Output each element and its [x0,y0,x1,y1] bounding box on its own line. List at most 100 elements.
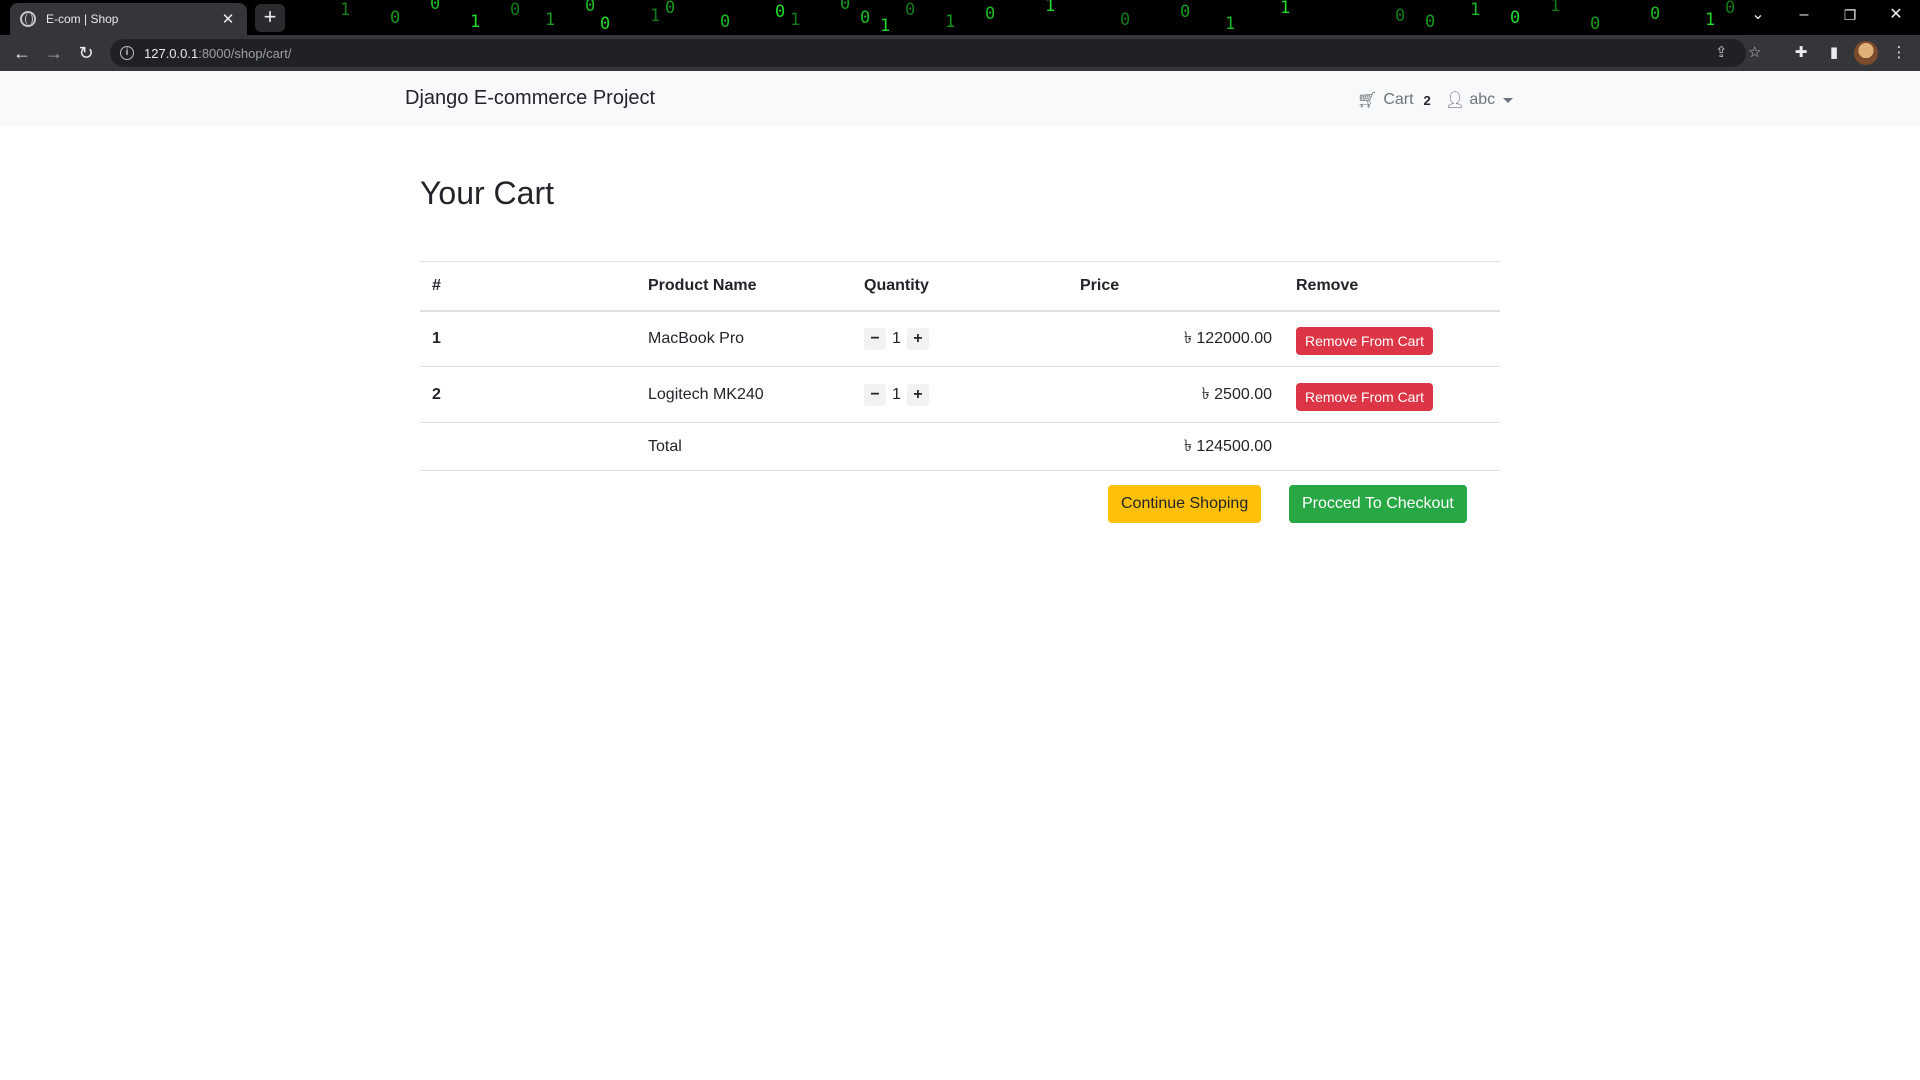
quantity-stepper: − 1 + [864,383,1056,406]
matrix-digit: 1 [545,10,556,30]
decrease-quantity-button[interactable]: − [864,327,886,350]
new-tab-button[interactable]: + [255,4,285,32]
decrease-quantity-button[interactable]: − [864,383,886,406]
total-label: Total [636,422,852,471]
browser-tab-strip: 100101001000100101010011001010010 E-com … [0,0,1920,35]
quantity-value: 1 [892,329,901,347]
side-panel-icon[interactable]: ▮ [1820,39,1848,67]
matrix-digit: 1 [1280,0,1291,18]
row-number: 1 [420,310,636,367]
remove-from-cart-button[interactable]: Remove From Cart [1296,327,1434,356]
info-icon[interactable]: i [120,46,134,60]
matrix-digit: 1 [470,12,481,32]
remove-from-cart-button[interactable]: Remove From Cart [1296,383,1434,411]
matrix-digit: 0 [775,2,786,22]
quantity-cell: − 1 + [852,366,1068,423]
matrix-digit: 0 [430,0,441,14]
increase-quantity-button[interactable]: + [906,327,929,350]
restore-icon[interactable]: ❐ [1830,2,1870,28]
header-product-name: Product Name [636,261,852,312]
matrix-digit: 0 [1120,10,1131,30]
remove-cell: Remove From Cart [1284,310,1500,367]
user-icon: 👤︎ [1445,92,1466,109]
brand-link[interactable]: Django E-commerce Project [405,87,655,110]
browser-tab[interactable]: E-com | Shop ✕ [10,3,247,35]
matrix-digit: 0 [1590,14,1601,34]
matrix-digit: 0 [1510,8,1521,28]
empty-cell [420,422,636,471]
reload-icon[interactable]: ↻ [72,39,100,67]
continue-shopping-button[interactable]: Continue Shoping [1108,485,1262,523]
matrix-digit: 1 [945,12,956,32]
close-window-icon[interactable]: ✕ [1876,2,1916,28]
bookmark-star-icon[interactable]: ☆ [1748,39,1761,67]
matrix-digit: 1 [790,10,801,30]
cart-table: # Product Name Quantity Price Remove 1 M… [420,261,1500,471]
header-price: Price [1068,261,1284,312]
matrix-digit: 0 [665,0,676,18]
quantity-value: 1 [892,385,901,403]
header-number: # [420,261,636,312]
cart-count-badge: 2 [1423,92,1431,108]
table-header-row: # Product Name Quantity Price Remove [420,261,1500,312]
increase-quantity-button[interactable]: + [906,383,929,406]
matrix-digit: 0 [1180,2,1191,22]
quantity-cell: − 1 + [852,310,1068,367]
matrix-digit: 0 [1425,12,1436,32]
minimize-icon[interactable]: – [1784,2,1824,28]
table-row: 1 MacBook Pro − 1 + ৳ 122000.00 Remove F… [420,310,1500,367]
matrix-digit: 1 [1470,0,1481,20]
matrix-digit: 0 [985,4,996,24]
matrix-digit: 1 [880,16,891,35]
extensions-icon[interactable]: ✚ [1787,39,1815,67]
matrix-digit: 0 [390,8,401,28]
close-tab-icon[interactable]: ✕ [219,10,237,28]
cart-icon: 🛒︎ [1357,92,1378,109]
product-price: ৳ 2500.00 [1068,366,1284,423]
url-text: 127.0.0.1:8000/shop/cart/ [144,45,292,61]
back-icon[interactable]: ← [8,39,36,67]
total-row: Total ৳ 124500.00 [420,422,1500,471]
matrix-digit: 0 [1650,4,1661,24]
share-icon[interactable]: ⇪ [1715,39,1728,67]
globe-icon [20,11,36,27]
address-bar[interactable]: i 127.0.0.1:8000/shop/cart/ ⇪ ☆ [110,39,1761,67]
matrix-digit: 1 [1550,0,1561,16]
header-quantity: Quantity [852,261,1068,312]
user-dropdown[interactable]: 👤︎ abc [1445,90,1514,110]
forward-icon[interactable]: → [40,39,68,67]
product-name: Logitech MK240 [636,366,852,423]
cart-label: Cart [1383,91,1414,108]
matrix-digit: 1 [650,6,661,26]
row-number: 2 [420,366,636,423]
nav-cart-link[interactable]: 🛒︎ Cart 2 [1357,90,1431,110]
matrix-digit: 0 [510,0,521,20]
matrix-digit: 0 [1725,0,1736,18]
product-name: MacBook Pro [636,310,852,367]
matrix-digit: 1 [1705,10,1716,30]
browser-toolbar: ← → ↻ i 127.0.0.1:8000/shop/cart/ ⇪ ☆ ✚ … [0,35,1920,71]
matrix-digit: 0 [585,0,596,16]
total-value: ৳ 124500.00 [1068,422,1284,471]
caret-down-icon [1503,97,1514,103]
empty-cell [852,422,1068,471]
matrix-digit: 0 [840,0,851,14]
matrix-digit: 0 [860,8,871,28]
table-row: 2 Logitech MK240 − 1 + ৳ 2500.00 Remove … [420,366,1500,423]
product-price: ৳ 122000.00 [1068,310,1284,367]
matrix-digit: 1 [1045,0,1056,16]
proceed-to-checkout-button[interactable]: Procced To Checkout [1289,485,1467,523]
page-title: Your Cart [420,175,554,211]
remove-cell: Remove From Cart [1284,366,1500,423]
matrix-digit: 0 [720,12,731,32]
menu-icon[interactable]: ⋮ [1885,39,1913,67]
matrix-digit: 1 [340,0,351,20]
profile-avatar[interactable] [1854,41,1878,65]
header-remove: Remove [1284,261,1500,312]
tab-title: E-com | Shop [46,12,119,26]
empty-cell [1284,422,1500,471]
tab-search-icon[interactable]: ⌄ [1738,2,1778,28]
matrix-digit: 0 [905,0,916,20]
matrix-digit: 0 [600,14,611,34]
site-navbar: Django E-commerce Project 🛒︎ Cart 2 👤︎ a… [0,71,1920,127]
